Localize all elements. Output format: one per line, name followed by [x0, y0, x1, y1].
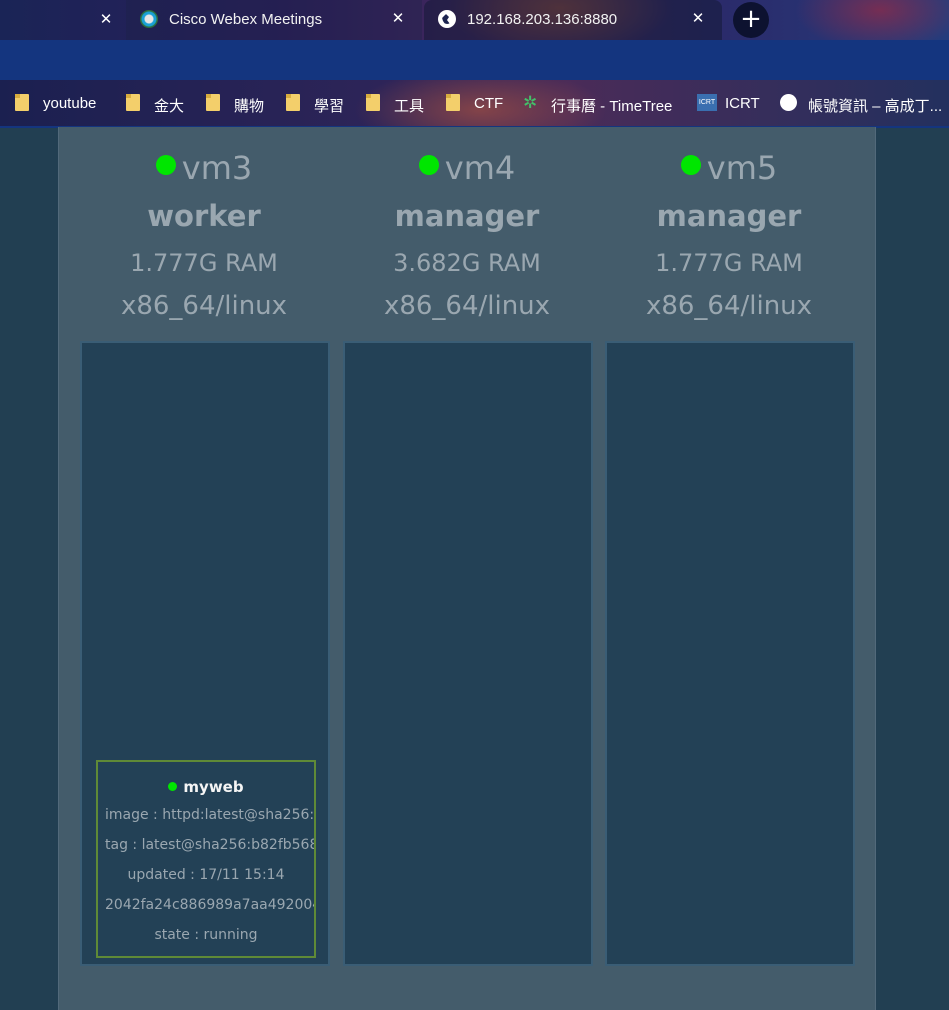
tab-title: 192.168.203.136:8880 [467, 11, 618, 28]
node-container-vm4 [343, 341, 593, 966]
folder-icon [286, 94, 300, 111]
globe-icon [780, 94, 797, 111]
previous-tab-close-icon[interactable]: ✕ [96, 9, 116, 29]
node-ram: 1.777G RAM [655, 249, 803, 277]
timetree-icon: ✲ [523, 93, 538, 112]
node-name: vm5 [598, 149, 860, 187]
folder-icon [366, 94, 380, 111]
cluster-panel: vm3 worker 1.777G RAM x86_64/linux myweb… [58, 127, 876, 1010]
folder-icon [206, 94, 220, 111]
node-arch: x86_64/linux [645, 291, 813, 321]
node-ram: 1.777G RAM [130, 249, 278, 277]
node-name: vm3 [73, 149, 335, 187]
tab-webex[interactable]: Cisco Webex Meetings ✕ [126, 0, 422, 40]
service-updated: updated : 17/11 15:14 [127, 867, 285, 883]
browser-tab-strip: ✕ Cisco Webex Meetings ✕ 192.168.203.136… [0, 0, 949, 40]
service-card-myweb[interactable]: myweb image : httpd:latest@sha256:b tag … [96, 760, 316, 958]
close-icon[interactable]: ✕ [688, 9, 708, 29]
bookmark-label: ICRT [725, 95, 760, 112]
node-name: vm4 [336, 149, 598, 187]
bookmark-label: CTF [474, 95, 504, 112]
service-tag: tag : latest@sha256:b82fb5684 [105, 837, 316, 853]
service-name: myweb [98, 778, 314, 796]
node-container-vm5 [605, 341, 855, 966]
webex-icon [140, 10, 158, 28]
bookmark-label: 金大 [154, 98, 185, 115]
folder-icon [126, 94, 140, 111]
tab-title: Cisco Webex Meetings [169, 11, 323, 28]
status-dot-icon [418, 155, 439, 175]
tab-active-page[interactable]: 192.168.203.136:8880 ✕ [424, 0, 722, 40]
node-name-text: vm3 [181, 149, 253, 187]
status-dot-icon [168, 782, 178, 791]
status-dot-icon [155, 155, 176, 175]
node-arch: x86_64/linux [120, 291, 288, 321]
node-role: manager [656, 199, 802, 233]
bookmark-label: 購物 [234, 98, 265, 115]
bookmark-label: 行事曆 - TimeTree [551, 98, 673, 115]
service-image: image : httpd:latest@sha256:b [105, 807, 316, 823]
bookmark-label: youtube [43, 95, 97, 112]
status-dot-icon [680, 155, 701, 175]
browser-toolbar [0, 40, 949, 80]
folder-icon [446, 94, 460, 111]
icrt-icon: ICRT [697, 94, 717, 111]
node-container-vm3: myweb image : httpd:latest@sha256:b tag … [80, 341, 330, 966]
new-tab-plus-icon[interactable]: + [733, 2, 769, 38]
node-arch: x86_64/linux [383, 291, 551, 321]
bookmark-label: 工具 [394, 98, 425, 115]
node-name-text: vm5 [706, 149, 778, 187]
service-id: 2042fa24c886989a7aa4920046 [105, 897, 316, 913]
node-role: worker [147, 199, 261, 233]
node-ram: 3.682G RAM [393, 249, 541, 277]
node-name-text: vm4 [444, 149, 516, 187]
service-state: state : running [154, 927, 258, 943]
node-role: manager [394, 199, 540, 233]
bookmarks-bar: youtube 金大 購物 學習 工具 CTF ✲ 行事曆 - TimeTree… [0, 80, 949, 128]
folder-icon [15, 94, 29, 111]
bookmark-label: 帳號資訊 – 高成丁... [808, 98, 943, 115]
globe-icon [438, 10, 456, 28]
close-icon[interactable]: ✕ [388, 9, 408, 29]
bookmark-label: 學習 [314, 98, 345, 115]
service-name-text: myweb [183, 778, 244, 796]
